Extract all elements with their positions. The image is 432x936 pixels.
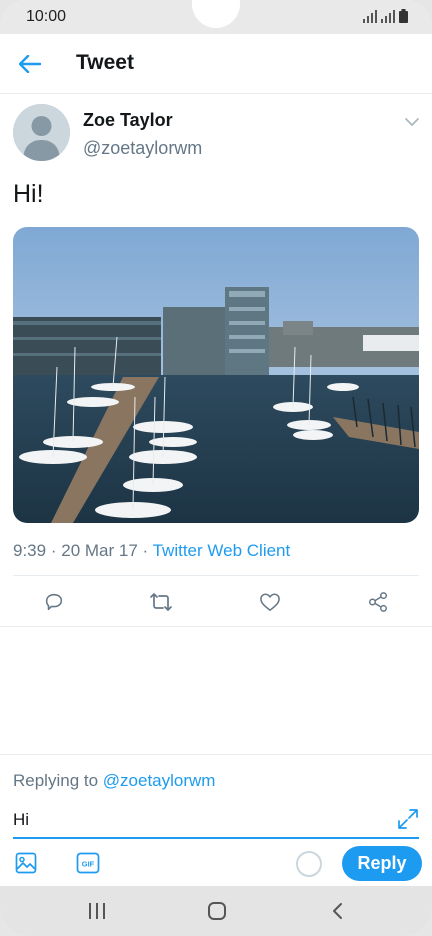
retweet-icon (150, 593, 172, 611)
system-back-button[interactable] (326, 900, 350, 922)
signal-icon (363, 10, 377, 23)
page-title: Tweet (76, 51, 134, 74)
divider (13, 575, 419, 576)
chevron-left-icon (333, 903, 342, 919)
tweet-options-button[interactable] (402, 112, 422, 132)
share-action[interactable] (364, 588, 392, 616)
status-icons (363, 9, 408, 23)
harbour-photo-illustration (13, 227, 419, 523)
heart-icon (260, 593, 280, 611)
add-photo-button[interactable] (14, 851, 40, 877)
character-counter (296, 851, 322, 877)
tweet-metadata: 9:39 · 20 Mar 17 · Twitter Web Client (13, 541, 290, 561)
svg-text:GIF: GIF (82, 860, 95, 869)
meta-separator: · (142, 541, 149, 560)
app-header: Tweet (0, 34, 432, 94)
replying-to: Replying to @zoetaylorwm (13, 771, 215, 791)
expand-composer-button[interactable] (396, 807, 420, 831)
arrow-left-icon (19, 55, 41, 73)
recent-apps-icon (89, 903, 105, 919)
tweet-time: 9:39 (13, 541, 47, 560)
replying-to-handle[interactable]: @zoetaylorwm (103, 771, 216, 790)
home-icon (208, 902, 226, 920)
replying-to-label: Replying to (13, 771, 99, 790)
recent-apps-button[interactable] (85, 900, 109, 922)
avatar[interactable] (13, 104, 70, 161)
phone-screen: 10:00 Tweet Zoe Taylor @zoetaylorwm Hi! … (0, 0, 432, 936)
default-avatar-icon (13, 104, 70, 161)
divider (0, 626, 432, 627)
status-bar: 10:00 (0, 0, 432, 34)
reply-action[interactable] (40, 588, 68, 616)
battery-icon (399, 9, 408, 23)
home-button[interactable] (205, 900, 229, 922)
tweet-actions (0, 586, 432, 618)
gif-icon: GIF (76, 852, 100, 874)
author-name[interactable]: Zoe Taylor (83, 110, 173, 131)
image-icon (15, 852, 37, 874)
share-icon (369, 592, 387, 612)
reply-button[interactable]: Reply (342, 846, 422, 881)
author-handle[interactable]: @zoetaylorwm (83, 138, 202, 159)
reply-input-underline (13, 837, 419, 839)
chevron-down-icon (405, 118, 419, 127)
expand-icon (398, 809, 418, 829)
meta-separator: · (50, 541, 57, 560)
reply-composer: Replying to @zoetaylorwm Hi GIF Reply (0, 754, 432, 884)
status-time: 10:00 (26, 8, 67, 25)
tweet-photo[interactable] (13, 227, 419, 523)
retweet-action[interactable] (147, 588, 175, 616)
reply-input[interactable]: Hi (13, 805, 393, 835)
signal-icon-2 (381, 10, 395, 23)
comment-icon (45, 593, 63, 611)
add-gif-button[interactable]: GIF (76, 852, 100, 876)
tweet-client-link[interactable]: Twitter Web Client (153, 541, 291, 560)
system-nav-bar (0, 886, 432, 936)
tweet-text: Hi! (13, 180, 44, 208)
back-button[interactable] (14, 48, 46, 80)
like-action[interactable] (256, 588, 284, 616)
camera-notch (192, 0, 240, 28)
tweet-date: 20 Mar 17 (61, 541, 138, 560)
